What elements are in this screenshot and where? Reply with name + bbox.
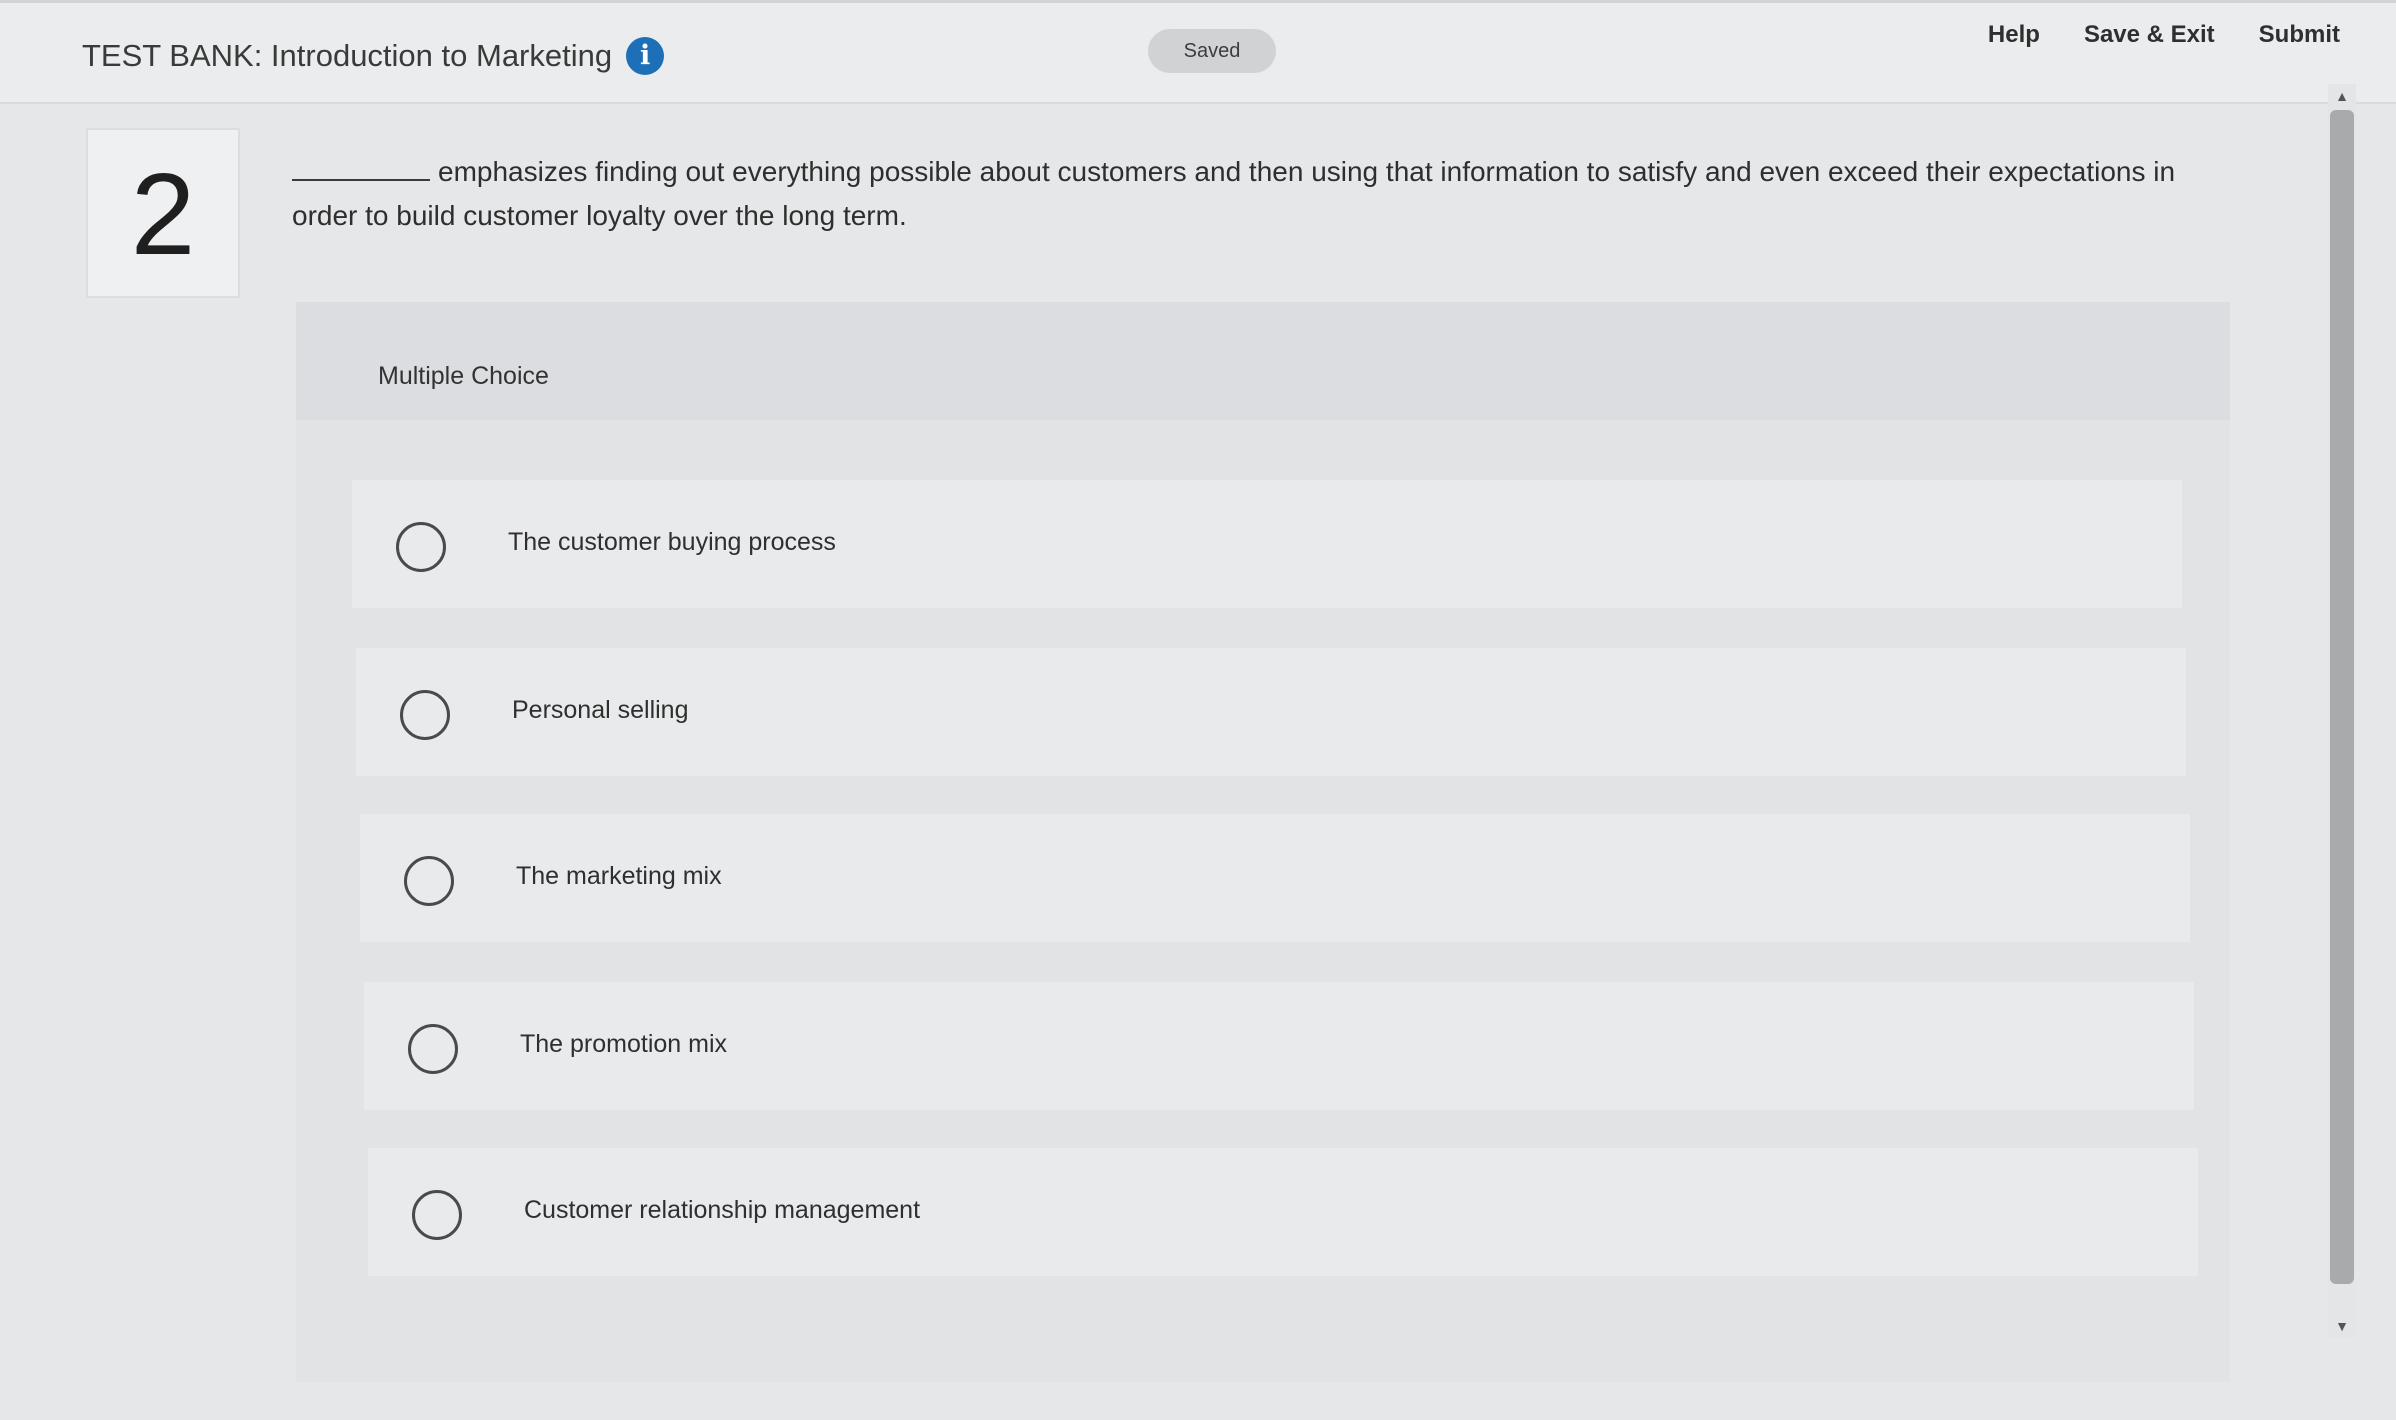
help-link[interactable]: Help — [1988, 21, 2040, 49]
saved-status-badge: Saved — [1148, 29, 1276, 73]
radio-button[interactable] — [404, 856, 454, 906]
scrollbar-thumb[interactable] — [2330, 110, 2354, 1284]
question-text: emphasizes finding out everything possib… — [292, 156, 2176, 231]
question-type-label: Multiple Choice — [378, 362, 549, 390]
choice-option-1[interactable]: The customer buying process — [352, 480, 2182, 608]
scroll-down-arrow-icon[interactable]: ▼ — [2328, 1314, 2356, 1338]
question-number: 2 — [130, 149, 196, 279]
radio-button[interactable] — [396, 522, 446, 572]
multiple-choice-header: Multiple Choice — [296, 302, 2230, 420]
answer-blank — [292, 179, 430, 181]
choice-option-3[interactable]: The marketing mix — [360, 814, 2190, 942]
choice-label: The promotion mix — [520, 1030, 728, 1058]
multiple-choice-panel: Multiple Choice The customer buying proc… — [296, 302, 2230, 1382]
choice-option-5[interactable]: Customer relationship management — [368, 1148, 2198, 1276]
top-bar: TEST BANK: Introduction to Marketing i S… — [0, 0, 2396, 104]
choice-option-2[interactable]: Personal selling — [356, 648, 2186, 776]
radio-button[interactable] — [412, 1190, 462, 1240]
choice-label: Personal selling — [512, 696, 689, 724]
choice-option-4[interactable]: The promotion mix — [364, 982, 2194, 1110]
radio-button[interactable] — [408, 1024, 458, 1074]
radio-button[interactable] — [400, 690, 450, 740]
save-exit-link[interactable]: Save & Exit — [2084, 21, 2215, 49]
vertical-scrollbar[interactable]: ▲ ▼ — [2328, 84, 2356, 1338]
scroll-up-arrow-icon[interactable]: ▲ — [2328, 84, 2356, 108]
question-prompt: emphasizes finding out everything possib… — [292, 150, 2222, 238]
choice-label: The customer buying process — [508, 528, 836, 556]
top-actions: Help Save & Exit Submit — [1988, 21, 2340, 49]
question-number-box: 2 — [86, 128, 240, 298]
info-icon[interactable]: i — [626, 37, 665, 75]
choice-label: The marketing mix — [516, 862, 722, 890]
choice-label: Customer relationship management — [524, 1196, 921, 1224]
assignment-title-group: TEST BANK: Introduction to Marketing i — [82, 37, 665, 75]
submit-link[interactable]: Submit — [2259, 21, 2340, 49]
assignment-title: TEST BANK: Introduction to Marketing — [82, 38, 613, 73]
